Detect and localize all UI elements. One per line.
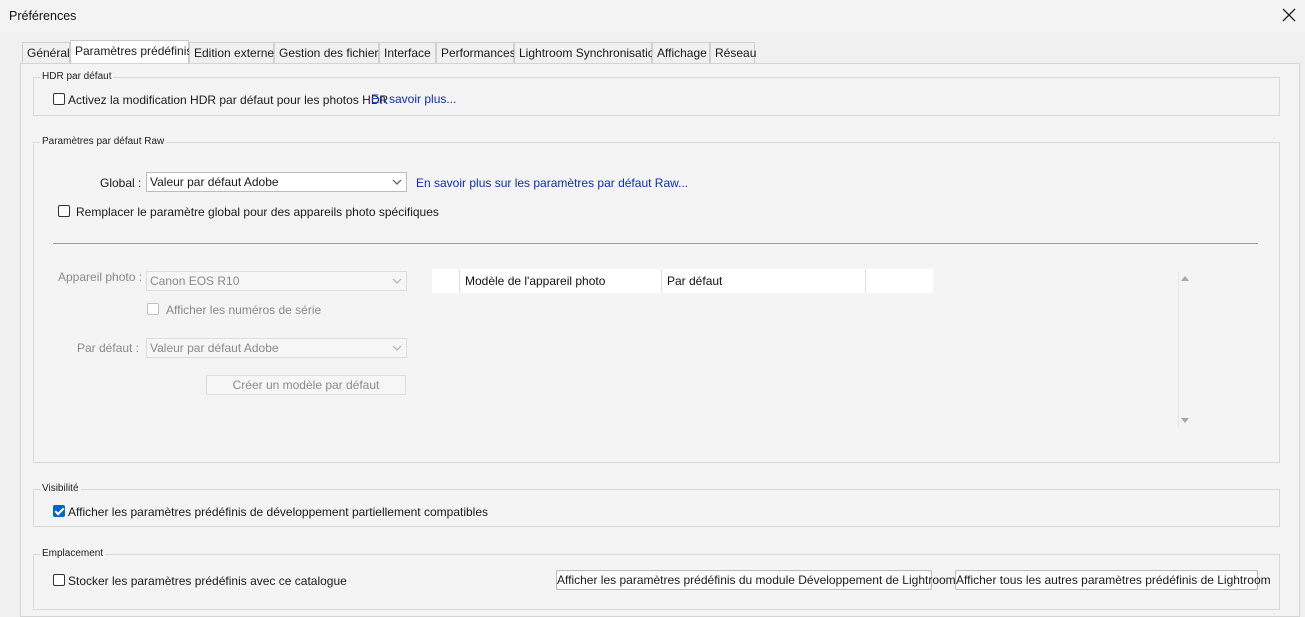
raw-learn-more-link[interactable]: En savoir plus sur les paramètres par dé… [416, 176, 688, 190]
default-select[interactable]: Valeur par défaut Adobe [146, 338, 407, 358]
partial-compatible-checkbox[interactable] [53, 505, 65, 517]
default-label: Par défaut : [77, 341, 140, 355]
section-divider [53, 243, 1258, 244]
override-checkbox[interactable] [58, 205, 70, 217]
window-title: Préférences [9, 9, 77, 23]
hdr-checkbox[interactable] [53, 93, 65, 105]
tab-file-handling[interactable]: Gestion des fichiers [274, 42, 384, 63]
camera-label: Appareil photo : [58, 270, 143, 284]
create-default-button[interactable]: Créer un modèle par défaut [206, 375, 406, 395]
chevron-down-icon [392, 278, 402, 284]
tab-lightroom-sync[interactable]: Lightroom Synchronisation [514, 42, 661, 63]
visibility-legend: Visibilité [40, 483, 81, 494]
camera-table-header: Modèle de l'appareil photo Par défaut [432, 269, 933, 293]
tab-presets[interactable]: Paramètres prédéfinis [70, 40, 192, 64]
camera-select-value: Canon EOS R10 [150, 274, 240, 288]
scrollbar-track[interactable] [1178, 272, 1179, 427]
scroll-down-icon[interactable] [1180, 417, 1190, 425]
raw-legend: Paramètres par défaut Raw [40, 136, 167, 147]
tab-external-editing[interactable]: Edition externe [189, 42, 274, 63]
tab-general[interactable]: Général [22, 42, 70, 63]
serial-checkbox[interactable] [147, 303, 159, 315]
chevron-down-icon [392, 345, 402, 351]
location-legend: Emplacement [40, 548, 106, 559]
hdr-legend: HDR par défaut [40, 71, 114, 82]
hdr-learn-more-link[interactable]: En savoir plus... [371, 92, 456, 106]
global-select[interactable]: Valeur par défaut Adobe [146, 172, 407, 192]
presets-panel: HDR par défaut Activez la modification H… [20, 63, 1300, 617]
table-header-cell [866, 269, 933, 293]
partial-compatible-label[interactable]: Afficher les paramètres prédéfinis de dé… [68, 505, 488, 519]
table-header-camera-model[interactable]: Modèle de l'appareil photo [460, 269, 662, 293]
title-bar [0, 0, 1305, 32]
show-all-presets-button[interactable]: Afficher tous les autres paramètres préd… [955, 570, 1271, 590]
show-develop-presets-button[interactable]: Afficher les paramètres prédéfinis du mo… [556, 570, 956, 590]
override-checkbox-label[interactable]: Remplacer le paramètre global pour des a… [76, 205, 439, 219]
close-icon[interactable] [1279, 5, 1299, 25]
global-label: Global : [100, 176, 142, 190]
hdr-checkbox-label[interactable]: Activez la modification HDR par défaut p… [68, 93, 388, 107]
store-with-catalog-label[interactable]: Stocker les paramètres prédéfinis avec c… [68, 574, 347, 588]
global-select-value: Valeur par défaut Adobe [150, 175, 279, 189]
store-with-catalog-checkbox[interactable] [53, 574, 65, 586]
chevron-down-icon [392, 179, 402, 185]
table-header-cell [432, 269, 460, 293]
tab-performance[interactable]: Performances [436, 42, 516, 63]
camera-select[interactable]: Canon EOS R10 [146, 271, 407, 291]
default-select-value: Valeur par défaut Adobe [150, 341, 279, 355]
scroll-up-icon[interactable] [1180, 274, 1190, 282]
table-header-default[interactable]: Par défaut [662, 269, 866, 293]
tab-display[interactable]: Affichage [652, 42, 710, 63]
tab-network[interactable]: Réseau [710, 42, 756, 63]
tab-interface[interactable]: Interface [379, 42, 436, 63]
serial-checkbox-label[interactable]: Afficher les numéros de série [166, 303, 321, 317]
